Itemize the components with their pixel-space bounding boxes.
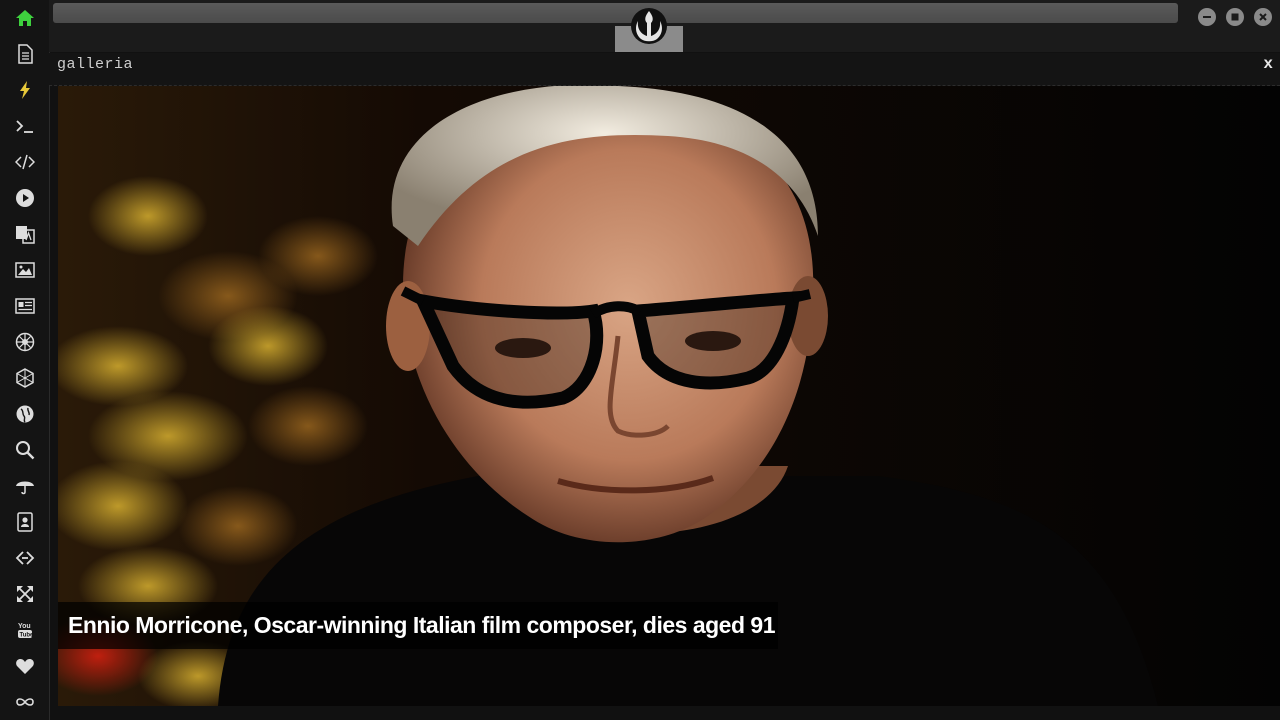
umbrella-icon[interactable] [12,473,38,499]
svg-text:Tube: Tube [20,633,35,639]
search-icon[interactable] [12,437,38,463]
gallery-caption: Ennio Morricone, Oscar-winning Italian f… [58,602,778,649]
address-bar[interactable] [53,3,1178,23]
close-window-button[interactable] [1254,8,1272,26]
document-icon[interactable] [12,41,38,67]
infinity-icon[interactable] [12,689,38,715]
svg-text:You: You [18,623,31,630]
expand-icon[interactable] [12,581,38,607]
minimize-icon [1203,16,1211,18]
heart-icon[interactable] [12,653,38,679]
caption-text: Ennio Morricone, Oscar-winning Italian f… [68,612,776,638]
empire-icon[interactable] [12,365,38,391]
panel-header: galleria x [49,53,1280,86]
play-icon[interactable] [12,185,38,211]
sidebar: You Tube [0,0,50,720]
image-icon[interactable] [12,257,38,283]
globe-icon[interactable] [12,401,38,427]
home-icon[interactable] [12,5,38,31]
panel-close-button[interactable]: x [1263,55,1273,73]
terminal-icon[interactable] [12,113,38,139]
maximize-button[interactable] [1226,8,1244,26]
code-icon[interactable] [12,149,38,175]
contacts-icon[interactable] [12,509,38,535]
youtube-icon[interactable]: You Tube [12,617,38,643]
lightning-icon[interactable] [12,77,38,103]
top-bar [49,0,1280,52]
maximize-icon [1231,13,1239,21]
translate-icon[interactable] [12,221,38,247]
rebel-alliance-icon [631,8,667,44]
panel-title: galleria [57,56,134,73]
news-icon[interactable] [12,293,38,319]
chain-code-icon[interactable] [12,545,38,571]
minimize-button[interactable] [1198,8,1216,26]
close-icon [1259,13,1267,21]
rebel-icon[interactable] [12,329,38,355]
